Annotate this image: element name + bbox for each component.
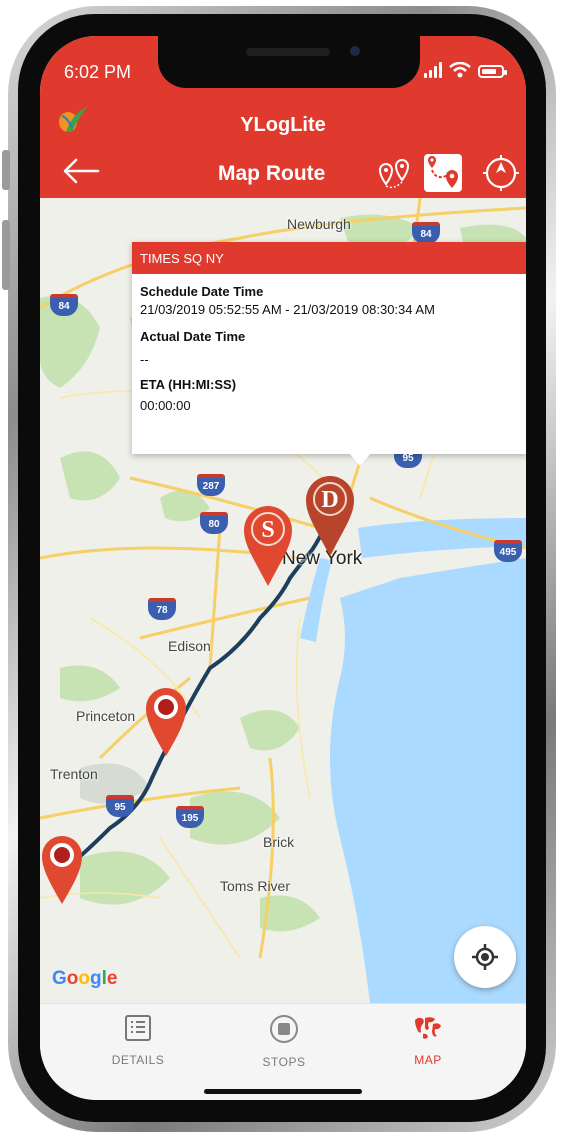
compass-icon[interactable] bbox=[482, 154, 520, 192]
signal-icon bbox=[424, 60, 442, 78]
map-label-brick: Brick bbox=[263, 834, 295, 850]
map-label-toms-river: Toms River bbox=[220, 878, 291, 894]
page-title: Map Route bbox=[218, 162, 326, 185]
map-label-edison: Edison bbox=[168, 638, 211, 654]
start-marker-letter: S bbox=[261, 517, 274, 543]
actual-value: -- bbox=[140, 352, 149, 367]
stop-marker[interactable] bbox=[40, 834, 84, 906]
back-arrow-icon[interactable] bbox=[62, 158, 100, 184]
start-marker[interactable]: S bbox=[242, 504, 294, 588]
google-logo: Google bbox=[52, 968, 117, 990]
app-header: 6:02 PM YLogLite Map Route bbox=[40, 36, 526, 198]
battery-icon bbox=[478, 65, 507, 78]
tab-details[interactable]: DETAILS bbox=[78, 1014, 198, 1067]
schedule-value: 21/03/2019 05:52:55 AM - 21/03/2019 08:3… bbox=[140, 302, 435, 317]
destination-marker[interactable]: D bbox=[304, 474, 356, 558]
front-camera bbox=[350, 46, 360, 56]
tab-stops[interactable]: STOPS bbox=[224, 1014, 344, 1069]
speaker bbox=[246, 48, 330, 56]
status-icons bbox=[424, 60, 507, 78]
tab-label-stops: STOPS bbox=[262, 1055, 306, 1069]
status-time: 6:02 PM bbox=[64, 62, 132, 82]
map-label-newburgh: Newburgh bbox=[287, 216, 351, 232]
map-label-princeton: Princeton bbox=[76, 708, 136, 724]
schedule-label: Schedule Date Time bbox=[140, 284, 264, 299]
my-location-button[interactable] bbox=[454, 926, 516, 988]
highway-shield: 495 bbox=[494, 540, 522, 562]
destination-marker-letter: D bbox=[321, 487, 338, 513]
side-button-mute bbox=[2, 150, 10, 190]
map-view[interactable]: Newburgh New York Edison Princeton Trent… bbox=[40, 198, 526, 1003]
tab-label-details: DETAILS bbox=[111, 1053, 165, 1067]
highway-shield: 80 bbox=[200, 512, 228, 534]
bottom-tab-bar: DETAILS STOPS MAP bbox=[40, 1003, 526, 1100]
list-icon bbox=[125, 1015, 151, 1041]
highway-shield: 95 bbox=[106, 795, 134, 817]
crosshair-icon bbox=[472, 944, 498, 970]
battery-fill bbox=[482, 69, 496, 74]
eta-value: 00:00:00 bbox=[140, 398, 191, 413]
wifi-icon bbox=[449, 62, 471, 78]
google-logo-text: Google bbox=[52, 968, 118, 989]
map-label-trenton: Trenton bbox=[50, 766, 98, 782]
eta-label: ETA (HH:MI:SS) bbox=[140, 377, 237, 392]
notch bbox=[158, 36, 420, 88]
home-indicator bbox=[204, 1089, 362, 1094]
popup-title: TIMES SQ NY bbox=[132, 242, 526, 274]
popup-pointer bbox=[350, 454, 370, 466]
actual-label: Actual Date Time bbox=[140, 329, 246, 344]
tab-map[interactable]: MAP bbox=[368, 1014, 488, 1067]
screen: 6:02 PM YLogLite Map Route Newburgh New … bbox=[40, 36, 526, 1100]
tab-label-map: MAP bbox=[414, 1053, 442, 1067]
side-button-volume bbox=[2, 220, 10, 290]
stop-icon bbox=[270, 1015, 298, 1043]
highway-shield: 84 bbox=[412, 222, 440, 244]
popup-body: Schedule Date Time 21/03/2019 05:52:55 A… bbox=[132, 274, 526, 419]
world-map-icon bbox=[415, 1017, 441, 1039]
stop-info-popup: TIMES SQ NY Schedule Date Time 21/03/201… bbox=[132, 242, 526, 454]
route-pins-icon[interactable] bbox=[376, 156, 414, 194]
highway-shield: 287 bbox=[197, 474, 225, 496]
highway-shield: 195 bbox=[176, 806, 204, 828]
highway-shield: 84 bbox=[50, 294, 78, 316]
stop-marker[interactable] bbox=[144, 686, 188, 758]
map-route-icon[interactable] bbox=[424, 154, 462, 192]
app-title: YLogLite bbox=[240, 114, 326, 136]
highway-shield: 78 bbox=[148, 598, 176, 620]
